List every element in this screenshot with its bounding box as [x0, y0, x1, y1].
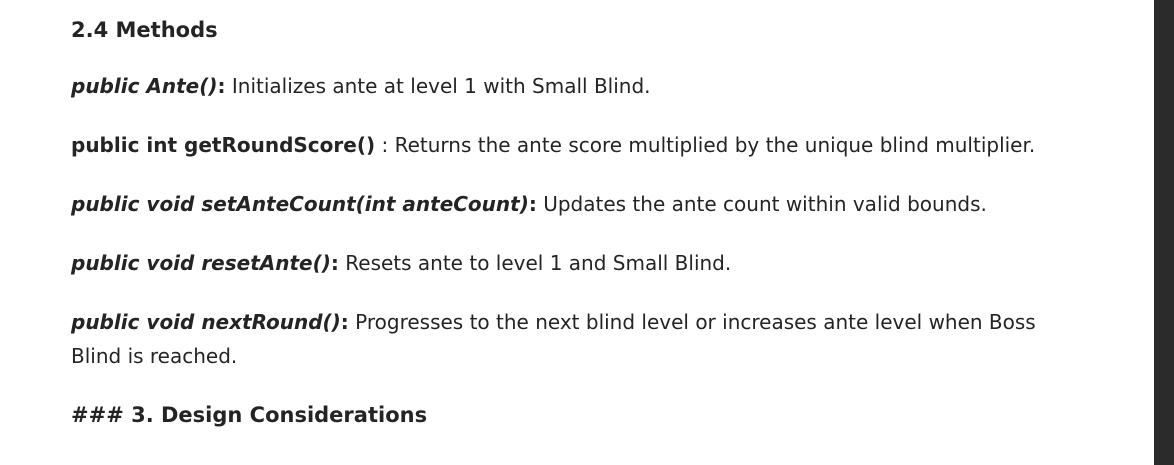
method-signature: public void nextRound() [71, 310, 341, 334]
method-ante-constructor: public Ante(): Initializes ante at level… [71, 69, 651, 103]
method-signature: public Ante() [71, 74, 218, 98]
method-reset-ante: public void resetAnte(): Resets ante to … [71, 246, 731, 280]
vertical-scrollbar[interactable] [1154, 0, 1174, 465]
method-signature: public void resetAnte() [71, 251, 331, 275]
method-separator: : [330, 251, 339, 275]
method-description: Returns the ante score multiplied by the… [388, 133, 1036, 157]
section-heading-methods: 2.4 Methods [71, 18, 218, 42]
document-page: 2.4 Methods public Ante(): Initializes a… [0, 0, 1174, 465]
method-signature: public void setAnteCount(int anteCount) [71, 192, 529, 216]
method-next-round: public void nextRound(): Progresses to t… [71, 305, 1061, 373]
section-heading-design-considerations: ### 3. Design Considerations [71, 403, 428, 427]
method-separator: : [340, 310, 349, 334]
method-set-ante-count: public void setAnteCount(int anteCount):… [71, 187, 987, 221]
method-description: Updates the ante count within valid boun… [536, 192, 987, 216]
method-get-round-score: public int getRoundScore() : Returns the… [71, 128, 1035, 162]
method-signature: public int getRoundScore() [71, 133, 376, 157]
method-separator: : [375, 133, 389, 157]
method-description: Resets ante to level 1 and Small Blind. [338, 251, 732, 275]
method-separator: : [528, 192, 537, 216]
method-separator: : [217, 74, 226, 98]
method-description: Initializes ante at level 1 with Small B… [225, 74, 651, 98]
